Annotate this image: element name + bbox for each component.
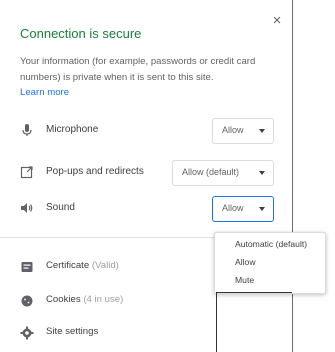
microphone-label: Microphone bbox=[46, 124, 99, 135]
microphone-select[interactable]: Allow bbox=[212, 118, 274, 144]
cookies-label: Cookies bbox=[46, 294, 81, 305]
permission-row-sound: Sound Allow bbox=[20, 196, 276, 222]
close-icon[interactable]: × bbox=[270, 13, 284, 28]
divider bbox=[216, 292, 217, 352]
certificate-status: (Valid) bbox=[91, 260, 119, 271]
sound-dropdown-menu: Automatic (default) Allow Mute bbox=[214, 232, 326, 294]
chevron-down-icon bbox=[259, 129, 265, 133]
site-settings-row[interactable]: Site settings bbox=[20, 322, 220, 344]
site-info-dialog: × Connection is secure Your information … bbox=[0, 0, 293, 352]
divider bbox=[216, 292, 292, 293]
popups-label: Pop-ups and redirects bbox=[46, 166, 144, 177]
permission-row-microphone: Microphone Allow bbox=[20, 118, 276, 144]
sound-label: Sound bbox=[46, 202, 75, 213]
chevron-down-icon bbox=[259, 171, 265, 175]
cookie-icon bbox=[20, 294, 34, 308]
popups-select[interactable]: Allow (default) bbox=[172, 160, 274, 186]
security-info-text: Your information (for example, passwords… bbox=[20, 56, 256, 83]
sound-select[interactable]: Allow bbox=[212, 196, 274, 222]
certificate-row[interactable]: Certificate (Valid) bbox=[20, 256, 220, 278]
popups-select-value: Allow (default) bbox=[182, 167, 240, 177]
sound-option-automatic[interactable]: Automatic (default) bbox=[235, 239, 307, 249]
learn-more-link[interactable]: Learn more bbox=[20, 87, 69, 98]
sound-option-allow[interactable]: Allow bbox=[235, 257, 256, 267]
microphone-icon bbox=[20, 123, 34, 137]
certificate-icon bbox=[20, 260, 34, 274]
gear-icon bbox=[20, 326, 34, 340]
sound-option-mute[interactable]: Mute bbox=[235, 275, 254, 285]
microphone-select-value: Allow bbox=[222, 125, 244, 135]
dialog-title: Connection is secure bbox=[20, 26, 142, 41]
chevron-down-icon bbox=[259, 207, 265, 211]
speaker-icon bbox=[20, 201, 34, 215]
popup-icon bbox=[20, 165, 34, 179]
sound-select-value: Allow bbox=[222, 203, 244, 213]
cookies-row[interactable]: Cookies (4 in use) bbox=[20, 290, 220, 312]
site-settings-label: Site settings bbox=[46, 326, 99, 337]
certificate-label: Certificate bbox=[46, 260, 90, 271]
permission-row-popups: Pop-ups and redirects Allow (default) bbox=[20, 160, 276, 186]
cookies-count: (4 in use) bbox=[83, 294, 124, 305]
